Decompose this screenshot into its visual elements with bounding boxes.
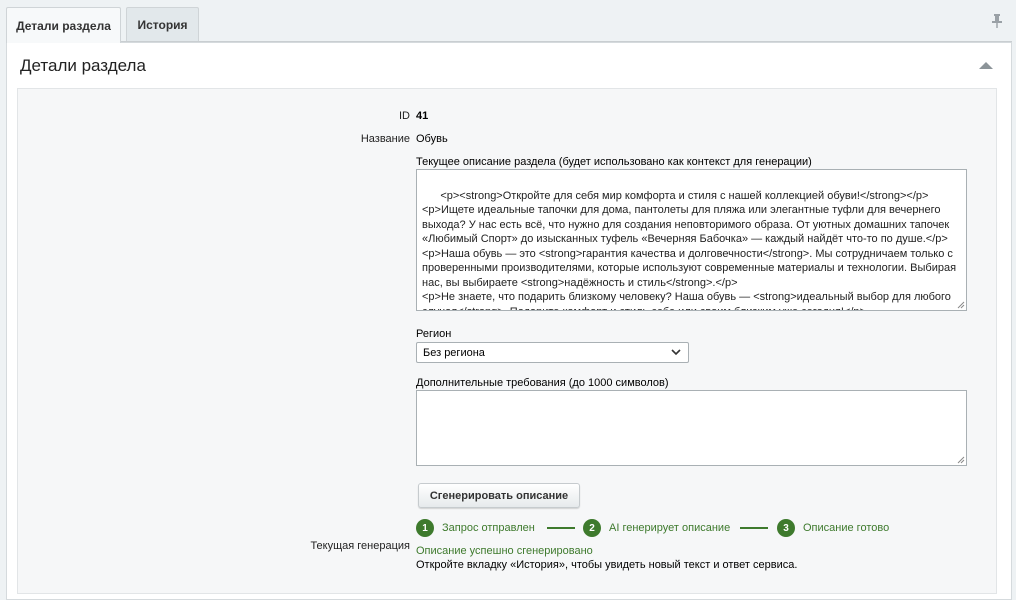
id-value: 41 <box>416 110 429 122</box>
current-generation-label: Текущая генерация <box>310 540 410 552</box>
step-2-label: AI генерирует описание <box>609 522 731 534</box>
panel-title: Детали раздела <box>20 56 146 75</box>
resize-handle-icon[interactable] <box>957 301 965 309</box>
current-description-label: Текущее описание раздела (будет использо… <box>416 156 812 168</box>
tab-section-details[interactable]: Детали раздела <box>6 7 121 43</box>
step-1-label: Запрос отправлен <box>442 522 535 534</box>
step-connector-2 <box>740 527 768 529</box>
current-description-text: <p><strong>Откройте для себя мир комфорт… <box>422 189 957 311</box>
collapse-arrow-icon[interactable] <box>979 62 993 69</box>
chevron-down-icon <box>671 349 681 356</box>
step-3-circle: 3 <box>777 519 795 537</box>
region-select[interactable]: Без региона <box>416 342 689 363</box>
name-value: Обувь <box>416 133 448 145</box>
tab-history[interactable]: История <box>126 7 199 42</box>
step-connector-1 <box>547 527 575 529</box>
id-label: ID <box>399 110 410 122</box>
extra-requirements-label: Дополнительные требования (до 1000 симво… <box>416 377 669 389</box>
generation-hint: Откройте вкладку «История», чтобы увидет… <box>416 559 798 571</box>
tabs-bar: Детали раздела История <box>0 0 1016 43</box>
current-description-textarea[interactable]: <p><strong>Откройте для себя мир комфорт… <box>416 169 967 311</box>
step-3-label: Описание готово <box>803 522 890 534</box>
details-form: ID 41 Название Обувь Текущее описание ра… <box>17 88 997 594</box>
step-1-circle: 1 <box>416 519 434 537</box>
pin-icon[interactable] <box>990 13 1004 29</box>
section-details-panel: Детали раздела ID 41 Название Обувь Теку… <box>6 42 1012 600</box>
step-2-circle: 2 <box>583 519 601 537</box>
region-selected-value: Без региона <box>423 346 485 359</box>
name-label: Название <box>360 133 410 145</box>
generation-success-message: Описание успешно сгенерировано <box>416 545 593 557</box>
generate-description-button[interactable]: Сгенерировать описание <box>418 483 580 508</box>
extra-requirements-textarea[interactable] <box>416 390 967 466</box>
resize-handle-icon[interactable] <box>957 456 965 464</box>
region-label: Регион <box>416 328 452 340</box>
